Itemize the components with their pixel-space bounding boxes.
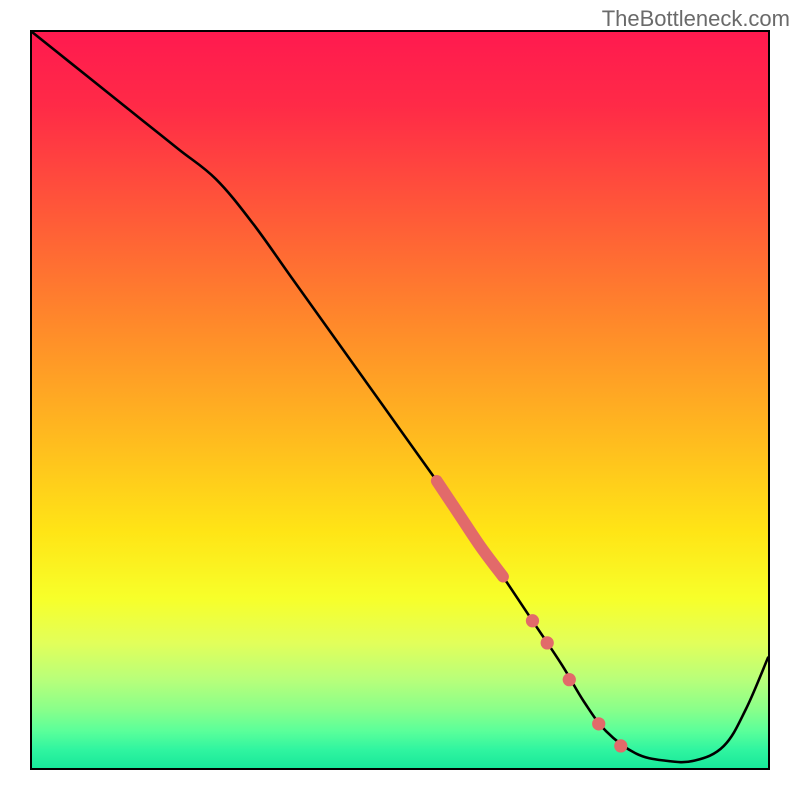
chart-container: TheBottleneck.com: [0, 0, 800, 800]
watermark-text: TheBottleneck.com: [602, 6, 790, 32]
curve-dot: [563, 673, 576, 686]
curve-layer: [32, 32, 768, 768]
curve-dot: [541, 636, 554, 649]
curve-dot: [526, 614, 539, 627]
plot-area: [30, 30, 770, 770]
bottleneck-curve: [32, 32, 768, 762]
highlight-segment: [437, 481, 503, 577]
curve-dot: [592, 717, 605, 730]
curve-dot: [614, 739, 627, 752]
